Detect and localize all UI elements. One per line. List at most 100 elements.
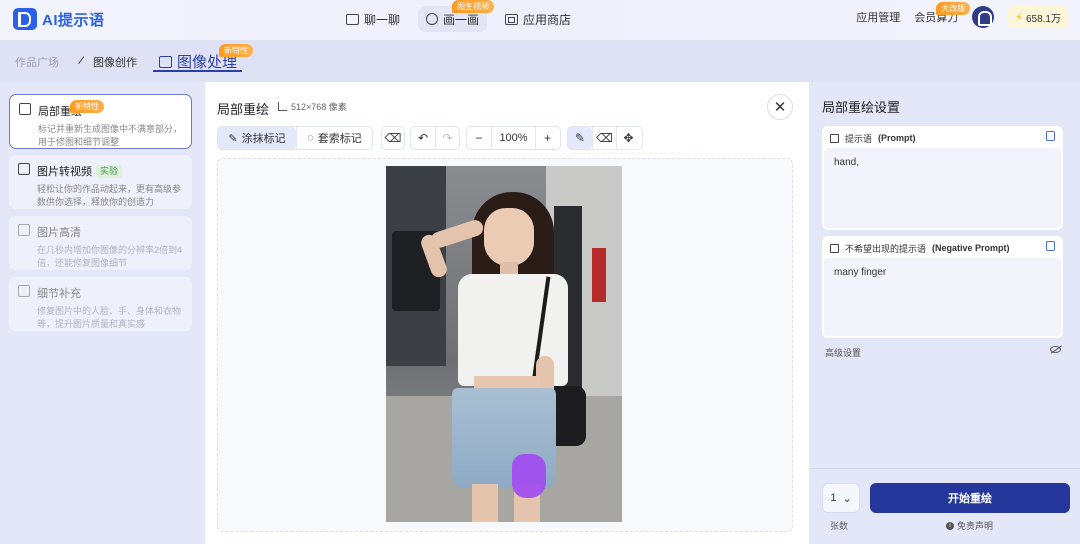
disclaimer-link[interactable]: i 免责声明	[946, 519, 993, 532]
sidebar-item-img2video[interactable]: 图片转视频 实验 轻松让你的作品动起来，更有高级参数供你选择，释放你的创造力	[9, 155, 192, 209]
nav-draw-label: 画一画	[443, 12, 480, 27]
lasso-mark-button[interactable]: ◌ 套索标记	[296, 127, 372, 149]
top-header: AI提示语 聊一聊 画一画 图生视频 应用商店 应用管理 会员算力 大改版 ⚡ …	[0, 0, 1080, 40]
info-icon: i	[946, 521, 954, 530]
main-nav: 聊一聊 画一画 图生视频 应用商店	[338, 0, 579, 32]
smear-mark-button[interactable]: ✎ 涂抹标记	[218, 127, 296, 149]
nav-draw[interactable]: 画一画 图生视频	[418, 0, 495, 32]
zoom-in-button[interactable]: +	[535, 127, 559, 149]
sidebar-item-label: 细节补充	[37, 288, 81, 300]
negative-prompt-input[interactable]: many finger	[824, 258, 1061, 336]
palette-icon	[426, 13, 439, 25]
chevron-down-icon: ⌄	[842, 492, 852, 505]
nav-chat-label: 聊一聊	[364, 12, 401, 27]
negative-prompt-label-en: (Negative Prompt)	[932, 243, 1010, 253]
prompt-box: 提示语 (Prompt) hand,	[822, 126, 1063, 230]
sidebar-item-desc: 修复图片中的人脸、手、身体和衣物等，提升图片质量和真实感	[37, 306, 182, 329]
prompt-label: 提示语	[845, 133, 873, 144]
count-select[interactable]: 1 ⌄	[822, 483, 860, 513]
redo-icon: ↷	[442, 131, 453, 145]
sidebar-item-label: 图片高清	[37, 227, 81, 239]
balance-chip[interactable]: ⚡ 658.1万	[1008, 6, 1068, 28]
copy-icon[interactable]	[1046, 241, 1055, 251]
eye-off-icon[interactable]	[1050, 346, 1061, 353]
mark-mode-group: ✎ 涂抹标记 ◌ 套索标记	[217, 126, 373, 150]
brush-icon	[78, 55, 91, 69]
sidebar-item-upscale[interactable]: 图片高清 在几秒内增加你图像的分辨率2倍到4倍，还能修复图像细节	[9, 216, 192, 270]
magic-wand-icon	[18, 285, 30, 297]
new-feature-badge: 新特性	[70, 100, 104, 113]
negative-prompt-label: 不希望出现的提示语	[845, 243, 927, 254]
nav-store[interactable]: 应用商店	[497, 6, 579, 32]
source-image[interactable]	[386, 166, 622, 522]
tool-group: ✎ ⌫ ✥	[567, 126, 643, 150]
inpaint-icon	[19, 103, 31, 115]
brush-tool-button[interactable]: ✎	[568, 127, 592, 149]
tab-process[interactable]: 图像处理 新特性	[159, 44, 253, 72]
undo-icon: ↶	[417, 131, 429, 145]
undo-button[interactable]: ↶	[411, 127, 435, 149]
zoom-group: − 100% +	[466, 126, 561, 150]
image-edit-icon	[159, 55, 172, 68]
negative-prompt-icon	[830, 243, 839, 253]
image-size: 512×768 像素	[278, 100, 347, 113]
sidebar-item-desc: 在几秒内增加你图像的分辨率2倍到4倍，还能修复图像细节	[37, 245, 183, 268]
balance-value: 658.1万	[1025, 13, 1061, 25]
editor-panel: 局部重绘 512×768 像素 ✕ ✎ 涂抹标记 ◌ 套索标记 ⌫ ↶ ↷ − …	[205, 82, 809, 544]
move-tool-button[interactable]: ✥	[616, 127, 640, 149]
chat-icon	[346, 13, 359, 25]
advanced-settings-toggle[interactable]: 高级设置	[825, 346, 861, 359]
clear-icon: ⌫	[384, 131, 402, 145]
logo-icon	[13, 8, 37, 30]
close-button[interactable]: ✕	[767, 94, 793, 120]
tab-gallery[interactable]: 作品广场	[15, 54, 59, 70]
sidebar-item-detail[interactable]: 细节补充 修复图片中的人脸、手、身体和衣物等，提升图片质量和真实感	[9, 277, 192, 331]
zoom-out-button[interactable]: −	[467, 127, 491, 149]
negative-prompt-header: 不希望出现的提示语 (Negative Prompt)	[822, 236, 1063, 254]
active-tab-underline	[153, 70, 242, 72]
eraser-tool-button[interactable]: ⌫	[592, 127, 616, 149]
sidebar-item-title: 图片转视频 实验	[37, 163, 184, 179]
sub-tabs: 作品广场 图像创作 图像处理 新特性	[0, 40, 1080, 82]
history-group: ↶ ↷	[410, 126, 460, 150]
copy-icon[interactable]	[1046, 131, 1055, 141]
prompt-input[interactable]: hand,	[824, 148, 1061, 228]
brush-icon: ✎	[574, 131, 586, 145]
avatar[interactable]	[972, 6, 995, 28]
settings-footer: 1 ⌄ 开始重绘 张数 i 免责声明	[810, 468, 1080, 544]
sidebar-item-inpaint[interactable]: 局部重绘 新特性 标记并重新生成图像中不满意部分，用于修图和细节调整	[9, 94, 192, 149]
nav-store-label: 应用商店	[523, 12, 572, 27]
app-manage-link[interactable]: 应用管理	[856, 9, 900, 25]
header-right: 应用管理 会员算力 大改版 ⚡ 658.1万	[856, 2, 1068, 28]
tab-process-badge: 新特性	[219, 44, 253, 57]
member-link[interactable]: 会员算力 大改版	[914, 2, 971, 25]
sidebar: 局部重绘 新特性 标记并重新生成图像中不满意部分，用于修图和细节调整 图片转视频…	[0, 82, 204, 544]
start-inpaint-button[interactable]: 开始重绘	[870, 483, 1070, 513]
clear-mask-button[interactable]: ⌫	[382, 127, 404, 149]
count-value: 1	[830, 492, 837, 504]
move-icon: ✥	[623, 131, 634, 145]
sidebar-item-title: 局部重绘 新特性	[38, 100, 183, 119]
nav-chat[interactable]: 聊一聊	[338, 6, 408, 32]
tab-create[interactable]: 图像创作	[78, 54, 137, 70]
sidebar-item-label: 图片转视频	[37, 166, 92, 178]
logo[interactable]: AI提示语	[13, 8, 105, 30]
member-badge: 大改版	[936, 2, 971, 15]
sidebar-item-desc: 标记并重新生成图像中不满意部分，用于修图和细节调整	[38, 124, 183, 147]
tab-create-label: 图像创作	[93, 57, 137, 69]
upscale-icon	[18, 224, 30, 236]
count-label: 张数	[830, 521, 849, 531]
prompt-header: 提示语 (Prompt)	[822, 126, 1063, 144]
smear-label: 涂抹标记	[241, 133, 286, 145]
pencil-icon: ✎	[228, 132, 238, 145]
video-icon	[18, 163, 30, 175]
size-icon	[278, 102, 287, 111]
redo-button[interactable]: ↷	[435, 127, 459, 149]
negative-prompt-box: 不希望出现的提示语 (Negative Prompt) many finger	[822, 236, 1063, 338]
sidebar-item-title: 图片高清	[37, 224, 184, 240]
sidebar-item-desc: 轻松让你的作品动起来，更有高级参数供你选择，释放你的创造力	[37, 184, 182, 207]
settings-title: 局部重绘设置	[822, 100, 901, 115]
prompt-icon	[830, 133, 839, 143]
prompt-label-en: (Prompt)	[878, 133, 916, 143]
sidebar-item-title: 细节补充	[37, 285, 184, 301]
